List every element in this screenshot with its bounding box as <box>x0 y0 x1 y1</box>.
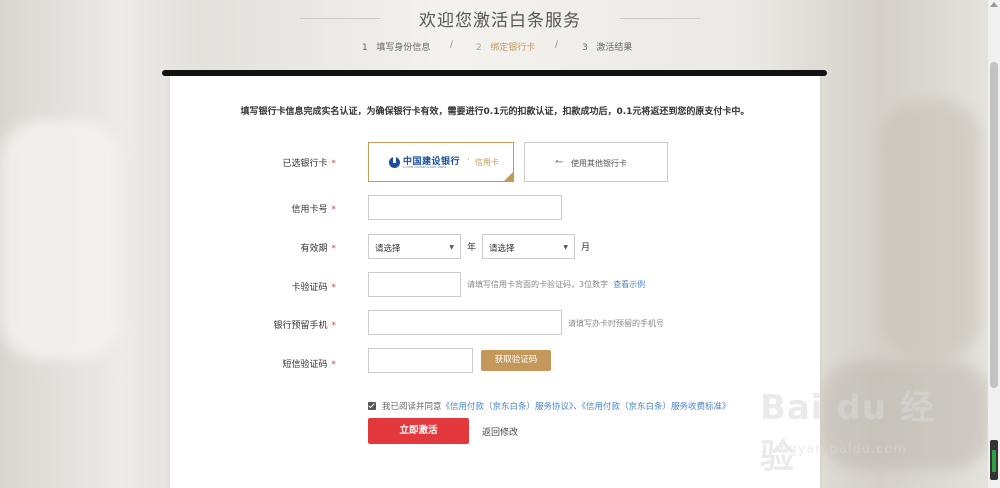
cvv-label: 卡验证码 * <box>291 280 336 293</box>
required-mark: * <box>331 205 337 215</box>
watermark-url: jingyan.baidu.com <box>770 442 907 457</box>
service-agreement-link[interactable]: 《信用付款（京东白条）服务协议》 <box>442 402 574 412</box>
background-blur <box>0 120 120 360</box>
year-unit: 年 <box>467 243 477 253</box>
sms-code-input[interactable] <box>368 348 473 373</box>
bank-english-name: China Construction Bank <box>403 165 447 169</box>
required-mark: * <box>331 321 337 331</box>
step-label: 填写身份信息 <box>376 43 431 53</box>
step-3: 3 激活结果 <box>582 40 632 53</box>
step-indicator: 1 填写身份信息 / 2 绑定银行卡 / 3 激活结果 <box>350 40 650 56</box>
step-separator: / <box>555 40 559 50</box>
sms-code-label: 短信验证码 * <box>282 357 336 370</box>
ccb-logo-icon <box>389 157 400 168</box>
phone-hint: 请填写办卡时预留的手机号 <box>568 319 664 328</box>
selected-card-label: 已选银行卡 * <box>282 156 336 169</box>
cvv-hint: 请填写信用卡背面的卡验证码，3位数字 查看示例 <box>467 279 645 290</box>
cvv-example-link[interactable]: 查看示例 <box>613 280 645 289</box>
floating-widget[interactable] <box>990 440 998 480</box>
label-text: 信用卡号 <box>291 205 328 215</box>
step-label: 激活结果 <box>596 43 633 53</box>
phone-input[interactable] <box>368 310 562 335</box>
other-card-label: 使用其他银行卡 <box>571 159 627 168</box>
agreement-joiner: 、 <box>573 402 582 412</box>
selected-check-corner-icon <box>504 172 513 181</box>
card-top-border <box>162 70 827 76</box>
step-number: 1 <box>362 43 368 53</box>
required-mark: * <box>331 360 337 370</box>
get-sms-code-button[interactable]: 获取验证码 <box>481 350 551 371</box>
required-mark: * <box>331 283 337 293</box>
page-header: 欢迎您激活白条服务 <box>300 4 700 31</box>
phone-label: 银行预留手机 * <box>273 318 336 331</box>
step-number: 2 <box>476 43 482 53</box>
back-to-edit-link[interactable]: 返回修改 <box>482 425 518 438</box>
agreement-checkbox[interactable] <box>368 402 376 410</box>
expiry-year-select[interactable]: 请选择 ▼ <box>368 234 461 259</box>
expiry-label: 有效期 * <box>300 241 336 254</box>
card-number-label: 信用卡号 * <box>291 202 336 215</box>
step-separator: / <box>450 40 454 50</box>
scrollbar-thumb[interactable] <box>990 62 998 388</box>
expiry-month-select[interactable]: 请选择 ▼ <box>482 234 575 259</box>
dropdown-arrow-icon: ▼ <box>449 244 454 251</box>
label-text: 卡验证码 <box>291 283 328 293</box>
watermark-main: Bai du 经验 <box>760 388 935 477</box>
page-scrollbar[interactable] <box>988 0 1000 488</box>
select-value: 请选择 <box>489 244 515 254</box>
step-label: 绑定银行卡 <box>490 43 536 53</box>
agreement-prefix: 我已阅读并同意 <box>382 402 442 412</box>
label-text: 已选银行卡 <box>282 159 328 169</box>
return-arrow-icon: ↼ <box>555 157 564 168</box>
cvv-input[interactable] <box>368 272 461 297</box>
step-1: 1 填写身份信息 <box>362 40 430 53</box>
required-mark: * <box>331 244 337 254</box>
selected-bank-card[interactable]: 中国建设银行 China Construction Bank · 信用卡 <box>368 142 514 182</box>
form-card: 填写银行卡信息完成实名认证，为确保银行卡有效，需要进行0.1元的扣款认证，扣款成… <box>170 74 820 488</box>
dropdown-arrow-icon: ▼ <box>563 244 568 251</box>
month-unit: 月 <box>581 243 591 253</box>
card-number-input[interactable] <box>368 195 562 220</box>
label-text: 短信验证码 <box>282 360 328 370</box>
step-2-active: 2 绑定银行卡 <box>476 40 535 53</box>
label-text: 银行预留手机 <box>273 321 328 331</box>
use-other-card-button[interactable]: ↼ 使用其他银行卡 <box>524 142 668 182</box>
required-mark: * <box>331 159 337 169</box>
scroll-up-arrow-icon[interactable] <box>990 2 998 7</box>
card-type: 信用卡 <box>475 158 499 167</box>
activate-now-button[interactable]: 立即激活 <box>368 418 469 444</box>
bank-separator: · <box>467 155 470 165</box>
agreement-row: 我已阅读并同意《信用付款（京东白条）服务协议》、《信用付款（京东白条）服务收费标… <box>368 400 731 412</box>
select-value: 请选择 <box>375 244 401 254</box>
step-number: 3 <box>582 43 588 53</box>
hint-text: 请填写信用卡背面的卡验证码，3位数字 <box>467 280 609 289</box>
background-blur <box>880 100 980 360</box>
fee-standard-link[interactable]: 《信用付款（京东白条）服务收费标准》 <box>582 402 731 412</box>
verification-notice: 填写银行卡信息完成实名认证，为确保银行卡有效，需要进行0.1元的扣款认证，扣款成… <box>240 107 750 117</box>
title-divider-right <box>620 18 700 19</box>
label-text: 有效期 <box>300 244 328 254</box>
baidu-jingyan-watermark: Bai du 经验 jingyan.baidu.com <box>760 378 960 477</box>
